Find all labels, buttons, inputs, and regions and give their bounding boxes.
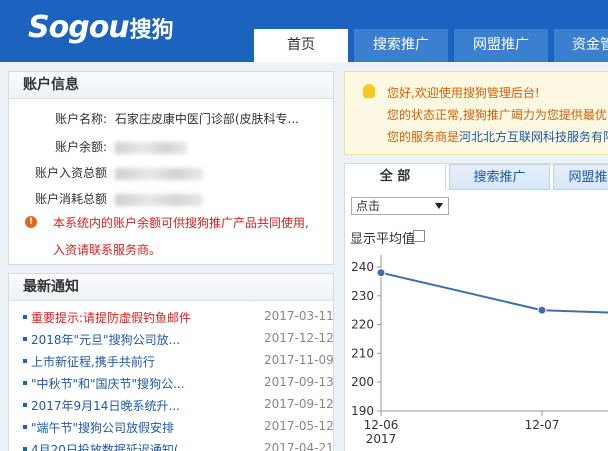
- lightbulb-icon: [363, 84, 375, 98]
- notice-item[interactable]: 2018年"元旦"搜狗公司放... 2017-12-12: [23, 329, 334, 349]
- service-provider-link[interactable]: 河北北方互联网科技服务有限: [459, 130, 608, 144]
- notice-bullet: [23, 381, 27, 385]
- notice-item[interactable]: "中秋节"和"国庆节"搜狗公... 2017-09-13: [23, 373, 334, 393]
- account-info-title: 账户信息: [9, 72, 333, 99]
- account-consumption-total-row: 账户消耗总额: [9, 190, 203, 207]
- notice-item[interactable]: 4月20日投放数据延迟通知(... 2017-04-21: [23, 439, 334, 451]
- y-tick-label: 240: [351, 260, 374, 274]
- data-point: [537, 305, 547, 315]
- y-tick-label: 190: [351, 404, 374, 418]
- notice-item[interactable]: 2017年9月14日晚系统升... 2017-09-12: [23, 395, 334, 415]
- show-average-checkbox[interactable]: [413, 230, 425, 242]
- tab-funds-management[interactable]: 资金管: [554, 29, 608, 62]
- notice-title[interactable]: 2017年9月14日晚系统升...: [31, 397, 180, 414]
- logo-cn-text: 搜狗: [129, 18, 174, 43]
- welcome-message-box: 您好,欢迎使用搜狗管理后台! 您的状态正常,搜狗推广竭力为您提供最优 您的服务商…: [344, 71, 608, 155]
- chart-tab-all[interactable]: 全 部: [345, 164, 446, 190]
- notice-bullet: [23, 403, 27, 407]
- account-name-row: 账户名称: 石家庄皮康中医门诊部(皮肤科专...: [9, 110, 299, 127]
- account-deposit-total-row: 账户入资总额: [9, 164, 203, 181]
- y-tick-label: 230: [351, 289, 374, 303]
- y-tick-label: 200: [351, 375, 374, 389]
- notice-bullet: [23, 447, 27, 451]
- top-header: Sogou搜狗 首页 搜索推广 网盟推广 资金管: [0, 0, 608, 62]
- account-info-panel: 账户信息 账户名称: 石家庄皮康中医门诊部(皮肤科专... 账户余额: 账户入资…: [8, 71, 334, 265]
- account-name-label: 账户名称:: [54, 112, 107, 126]
- y-tick-label: 220: [351, 318, 374, 332]
- account-balance-label: 账户余额:: [54, 140, 107, 154]
- notice-item[interactable]: 重要提示:请提防虚假钓鱼邮件 2017-03-11: [23, 307, 334, 327]
- welcome-provider: 您的服务商是河北北方互联网科技服务有限: [387, 128, 608, 145]
- notice-date: 2017-09-12: [264, 397, 334, 411]
- chart-tab-search-promotion[interactable]: 搜索推广: [449, 164, 550, 190]
- account-deposit-total-label: 账户入资总额: [34, 166, 107, 180]
- notice-bullet: [23, 359, 27, 363]
- notice-title[interactable]: "中秋节"和"国庆节"搜狗公...: [31, 375, 185, 392]
- latest-notices-title: 最新通知: [9, 274, 333, 301]
- chevron-down-icon: [435, 203, 443, 209]
- data-point: [376, 268, 386, 278]
- tab-network-promotion[interactable]: 网盟推广: [454, 29, 548, 62]
- show-average-label: 显示平均值: [350, 232, 416, 247]
- notice-bullet: [23, 315, 27, 319]
- welcome-status: 您的状态正常,搜狗推广竭力为您提供最优: [387, 108, 607, 122]
- account-consumption-total-value-blurred: [114, 193, 203, 206]
- notice-item[interactable]: 上市新征程,携手共前行 2017-11-09: [23, 351, 334, 371]
- tab-search-promotion[interactable]: 搜索推广: [354, 29, 448, 62]
- notice-date: 2017-05-12: [264, 419, 334, 433]
- account-balance-row: 账户余额:: [9, 138, 187, 155]
- welcome-greeting: 您好,欢迎使用搜狗管理后台!: [387, 86, 540, 100]
- account-consumption-total-label: 账户消耗总额: [34, 192, 107, 206]
- notice-title[interactable]: "端午节"搜狗公司放假安排: [31, 419, 174, 436]
- notice-date: 2017-12-12: [264, 331, 334, 345]
- account-name-value: 石家庄皮康中医门诊部(皮肤科专...: [114, 112, 299, 126]
- notice-bullet: [23, 425, 27, 429]
- metric-select-value: 点击: [356, 199, 381, 213]
- notice-title[interactable]: 上市新征程,携手共前行: [31, 353, 155, 370]
- y-tick-label: 210: [351, 346, 374, 360]
- balance-warning-line2: 入资请联系服务商。: [53, 243, 162, 257]
- notice-title[interactable]: 4月20日投放数据延迟通知(...: [31, 441, 190, 451]
- x-tick-label: 12-07: [525, 418, 560, 432]
- notice-date: 2017-04-21: [264, 441, 334, 451]
- notice-date: 2017-09-13: [264, 375, 334, 389]
- chart-tab-network-promotion[interactable]: 网盟推: [553, 164, 608, 190]
- latest-notices-panel: 最新通知 重要提示:请提防虚假钓鱼邮件 2017-03-11 2018年"元旦"…: [8, 273, 334, 451]
- logo-text: Sogou: [28, 10, 130, 45]
- statistics-chart-panel: 全 部 搜索推广 网盟推 点击 显示平均值 190 200 210 220 230 240…: [344, 163, 608, 451]
- account-deposit-total-value-blurred: [114, 167, 203, 180]
- series-line: [380, 271, 608, 314]
- notice-item[interactable]: "端午节"搜狗公司放假安排 2017-05-12: [23, 417, 334, 437]
- metric-select[interactable]: 点击: [351, 197, 449, 215]
- balance-warning-line1: 本系统内的账户余额可供搜狗推广产品共同使用,: [53, 216, 309, 230]
- x-tick-label: 12-06: [364, 418, 399, 432]
- notice-title[interactable]: 2018年"元旦"搜狗公司放...: [31, 331, 180, 348]
- welcome-provider-prefix: 您的服务商是: [387, 130, 460, 144]
- notice-title[interactable]: 重要提示:请提防虚假钓鱼邮件: [31, 309, 191, 326]
- x-tick-sublabel: 2017: [366, 432, 397, 446]
- notice-bullet: [23, 337, 27, 341]
- notice-date: 2017-11-09: [264, 353, 334, 367]
- clicks-line-chart: 19020021022023024012-06201712-0712-08: [351, 255, 608, 446]
- account-balance-value-blurred: [114, 141, 187, 154]
- notice-date: 2017-03-11: [264, 309, 334, 323]
- tab-home[interactable]: 首页: [254, 29, 348, 62]
- warning-icon: !: [25, 216, 37, 228]
- sogou-logo[interactable]: Sogou搜狗: [28, 10, 174, 45]
